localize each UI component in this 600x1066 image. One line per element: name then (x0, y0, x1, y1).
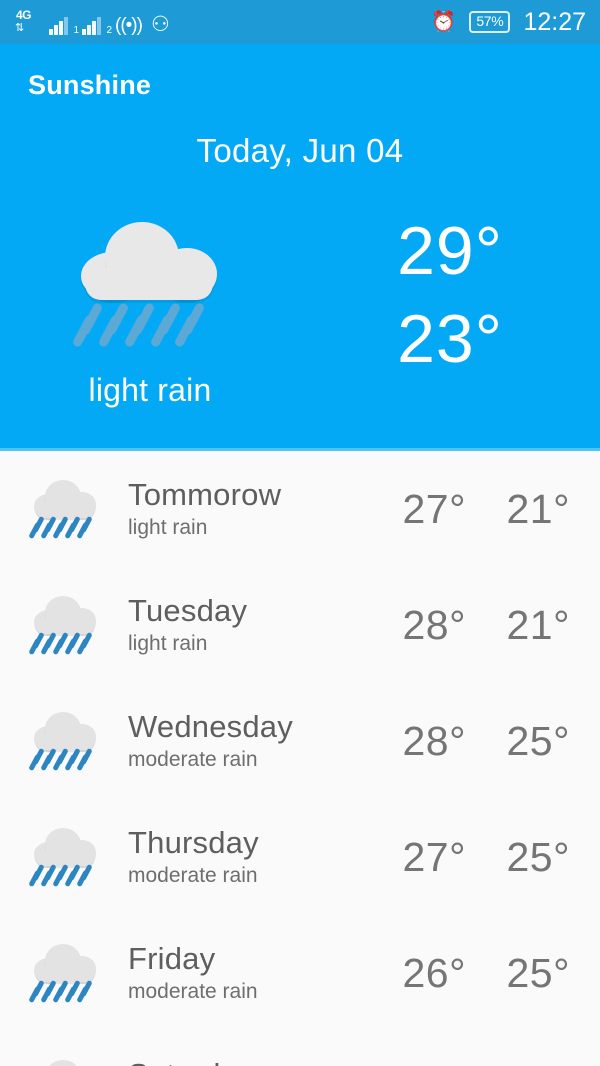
forecast-high-temp: 28° (402, 717, 466, 764)
rain-streaks (28, 979, 96, 1004)
forecast-row-icon (0, 478, 128, 540)
forecast-low-temp: 21° (506, 485, 570, 532)
cloud-shape (34, 480, 96, 518)
rain-streaks (28, 747, 96, 772)
forecast-row-temps: 27° 25° (394, 834, 570, 881)
network-4g-icon: 4G ⇅ (14, 9, 40, 35)
forecast-day-label: Friday (128, 941, 216, 976)
forecast-row[interactable]: Tuesday light rain 28° 21° (0, 567, 600, 683)
rain-streaks (28, 515, 96, 540)
network-4g-label: 4G (16, 8, 32, 22)
cloud-rain-icon (28, 594, 100, 656)
cloud-rain-icon (28, 478, 100, 540)
forecast-row-icon (0, 710, 128, 772)
cloud-shape (34, 944, 96, 982)
forecast-list[interactable]: Tommorow light rain 27° 21° Tuesday ligh… (0, 451, 600, 1066)
forecast-description-label: light rain (128, 632, 208, 655)
forecast-row-text: Wednesday moderate rain (128, 709, 394, 773)
cloud-rain-icon (28, 942, 100, 1004)
forecast-row[interactable]: Saturday moderate rain 26° 25° (0, 1031, 600, 1066)
forecast-day-label: Saturday (128, 1057, 394, 1066)
forecast-high-temp: 26° (402, 949, 466, 996)
status-bar: 4G ⇅ 1 2 ((•)) ⚇ ⏰ 57% 12:27 (0, 0, 600, 44)
cloud-rain-icon (71, 204, 225, 354)
forecast-low-temp: 25° (506, 949, 570, 996)
rain-streaks (28, 863, 96, 888)
forecast-row[interactable]: Wednesday moderate rain 28° 25° (0, 683, 600, 799)
cloud-shape (34, 828, 96, 866)
forecast-row-icon (0, 826, 128, 888)
signal-bars-sim2-icon: 2 (82, 11, 112, 36)
forecast-row-icon (0, 942, 128, 1004)
forecast-high-temp: 27° (402, 833, 466, 880)
alarm-clock-icon: ⏰ (431, 11, 457, 33)
forecast-row-text: Saturday moderate rain (128, 1057, 394, 1066)
today-date: Today, Jun 04 (196, 132, 404, 169)
forecast-row-temps: 26° 25° (394, 950, 570, 997)
cloud-shape (81, 222, 217, 300)
cloud-shape (34, 596, 96, 634)
signal-bars-sim1-icon: 1 (49, 11, 79, 36)
forecast-row-text: Tuesday light rain (128, 593, 394, 657)
forecast-row[interactable]: Friday moderate rain 26° 25° (0, 915, 600, 1031)
hotspot-icon: ((•)) (115, 15, 143, 36)
sim1-label: 1 (73, 25, 79, 36)
rain-streaks (28, 631, 96, 656)
today-low-temp: 23° (397, 301, 503, 377)
status-bar-right-icons: ⏰ 57% 12:27 (431, 7, 586, 36)
sim2-label: 2 (106, 25, 112, 36)
forecast-row[interactable]: Tommorow light rain 27° 21° (0, 451, 600, 567)
cloud-rain-icon (28, 710, 100, 772)
forecast-high-temp: 27° (402, 485, 466, 532)
cloud-rain-icon (28, 826, 100, 888)
network-data-arrows-icon: ⇅ (15, 22, 25, 34)
forecast-description-label: moderate rain (128, 980, 258, 1003)
forecast-row-text: Tommorow light rain (128, 477, 394, 541)
forecast-day-label: Tuesday (128, 593, 248, 628)
forecast-row-temps: 28° 21° (394, 602, 570, 649)
usb-icon: ⚇ (150, 13, 170, 36)
battery-indicator: 57% (469, 11, 511, 33)
forecast-low-temp: 21° (506, 601, 570, 648)
forecast-description-label: moderate rain (128, 748, 258, 771)
today-temperatures: 29° 23° (300, 204, 600, 376)
forecast-description-label: light rain (128, 516, 208, 539)
status-bar-left-icons: 4G ⇅ 1 2 ((•)) ⚇ (14, 9, 431, 36)
today-description: light rain (88, 372, 212, 408)
cloud-rain-icon (28, 1058, 100, 1066)
forecast-low-temp: 25° (506, 833, 570, 880)
today-condition: light rain (0, 204, 300, 409)
forecast-day-label: Thursday (128, 825, 259, 860)
page-title: Sunshine (28, 70, 152, 100)
forecast-description-label: moderate rain (128, 864, 258, 887)
forecast-day-label: Wednesday (128, 709, 293, 744)
forecast-high-temp: 28° (402, 601, 466, 648)
forecast-row-temps: 27° 21° (394, 486, 570, 533)
clock-time: 12:27 (523, 7, 586, 36)
today-body: light rain 29° 23° (0, 204, 600, 409)
cloud-shape (34, 1060, 96, 1066)
forecast-low-temp: 25° (506, 717, 570, 764)
weather-app: 4G ⇅ 1 2 ((•)) ⚇ ⏰ 57% 12:27 Sunshine To… (0, 0, 600, 1066)
forecast-row-temps: 28° 25° (394, 718, 570, 765)
rain-streaks (71, 301, 215, 350)
forecast-day-label: Tommorow (128, 477, 282, 512)
forecast-row-icon (0, 594, 128, 656)
cloud-shape (34, 712, 96, 750)
forecast-row[interactable]: Thursday moderate rain 27° 25° (0, 799, 600, 915)
forecast-row-text: Thursday moderate rain (128, 825, 394, 889)
forecast-row-icon (0, 1058, 128, 1066)
today-header: Sunshine Today, Jun 04 light rain 29° 23… (0, 44, 600, 448)
today-high-temp: 29° (397, 213, 503, 289)
forecast-row-text: Friday moderate rain (128, 941, 394, 1005)
